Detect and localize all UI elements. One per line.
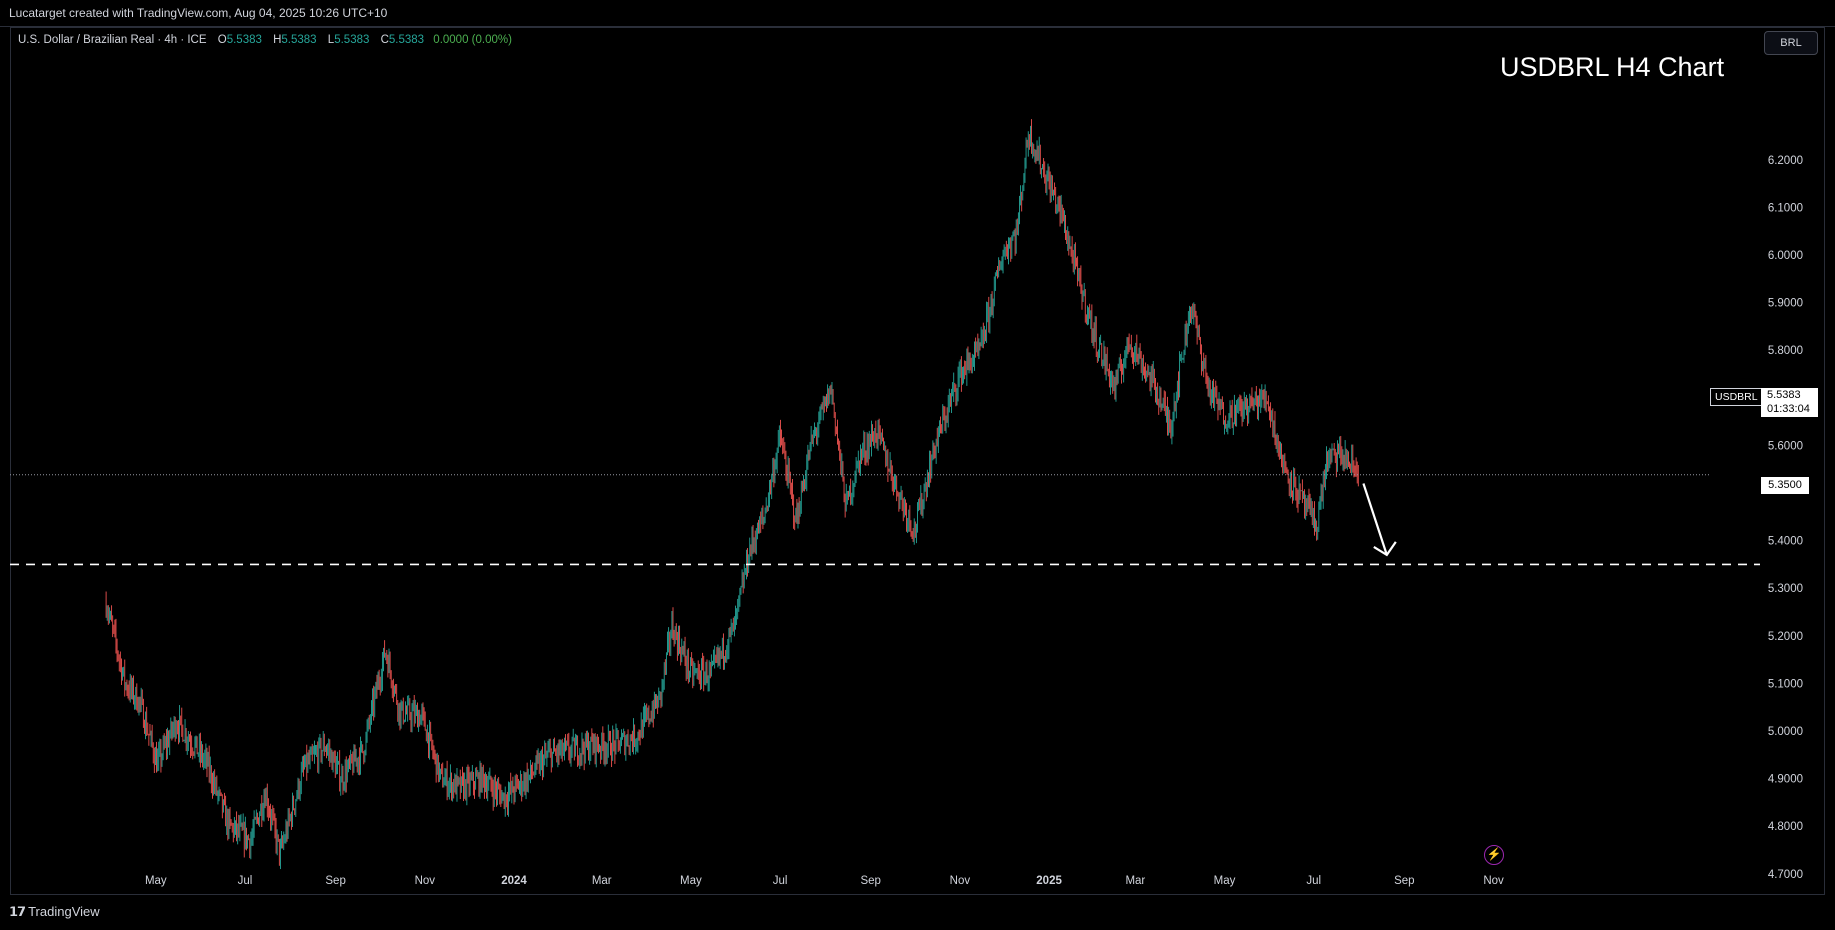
lightning-icon[interactable]: ⚡	[1484, 845, 1504, 865]
x-tick-label: May	[680, 875, 702, 887]
y-tick-label: 6.2000	[1768, 155, 1803, 167]
x-tick-label: Nov	[415, 875, 436, 887]
x-tick-label: 2025	[1036, 875, 1062, 887]
countdown-value: 01:33:04	[1767, 403, 1810, 415]
x-tick-label: May	[145, 875, 167, 887]
symbol-price-label: USDBRL	[1710, 388, 1763, 406]
x-tick-label: Sep	[860, 875, 880, 887]
x-tick-label: Nov	[950, 875, 971, 887]
bottom-bar	[0, 896, 1835, 930]
y-tick-label: 4.7000	[1768, 869, 1803, 881]
y-tick-label: 4.8000	[1768, 821, 1803, 833]
x-tick-label: Sep	[1394, 875, 1414, 887]
close-value: 5.5383	[388, 34, 425, 46]
high-value: 5.5383	[281, 34, 317, 46]
chart-title: USDBRL H4 Chart	[1500, 52, 1725, 82]
y-tick-label: 5.4000	[1768, 536, 1803, 548]
x-tick-label: May	[1214, 875, 1236, 887]
y-tick-label: 6.1000	[1768, 202, 1803, 214]
y-tick-label: 5.2000	[1768, 631, 1803, 643]
tradingview-brand: 𝟭𝟳 TradingView	[9, 904, 100, 920]
level-price-label: 5.3500	[1761, 477, 1809, 494]
x-tick-label: Jul	[1306, 875, 1321, 887]
x-tick-label: Nov	[1483, 875, 1504, 887]
low-value: 5.5383	[334, 34, 370, 46]
open-label: O	[217, 34, 227, 46]
currency-button[interactable]: BRL	[1764, 31, 1818, 55]
x-tick-label: Jul	[238, 875, 253, 887]
down-arrow-annotation	[1362, 483, 1388, 556]
brand-text: TradingView	[28, 904, 100, 919]
last-price-value: 5.5383	[1767, 389, 1801, 401]
y-tick-label: 5.9000	[1768, 298, 1803, 310]
symbol-legend: U.S. Dollar / Brazilian Real · 4h · ICE …	[18, 34, 512, 46]
y-tick-label: 5.8000	[1768, 345, 1803, 357]
x-tick-label: Jul	[773, 875, 788, 887]
x-tick-label: Mar	[1125, 875, 1145, 887]
y-tick-label: 5.6000	[1768, 440, 1803, 452]
last-price-label: 5.5383 01:33:04	[1761, 388, 1818, 417]
x-tick-label: Sep	[325, 875, 345, 887]
symbol-name: U.S. Dollar / Brazilian Real · 4h · ICE	[18, 34, 207, 46]
close-label: C	[380, 34, 389, 46]
y-tick-label: 5.3000	[1768, 583, 1803, 595]
x-tick-label: Mar	[592, 875, 612, 887]
change-value: 0.0000 (0.00%)	[433, 34, 512, 46]
y-tick-label: 4.9000	[1768, 774, 1803, 786]
y-tick-label: 5.1000	[1768, 678, 1803, 690]
x-tick-label: 2024	[501, 875, 527, 887]
chart-canvas[interactable]: 6.20006.10006.00005.90005.80005.70005.60…	[0, 0, 1835, 930]
y-tick-label: 5.0000	[1768, 726, 1803, 738]
y-tick-label: 6.0000	[1768, 250, 1803, 262]
tradingview-logo-icon: 𝟭𝟳	[9, 904, 26, 919]
open-value: 5.5383	[226, 34, 262, 46]
